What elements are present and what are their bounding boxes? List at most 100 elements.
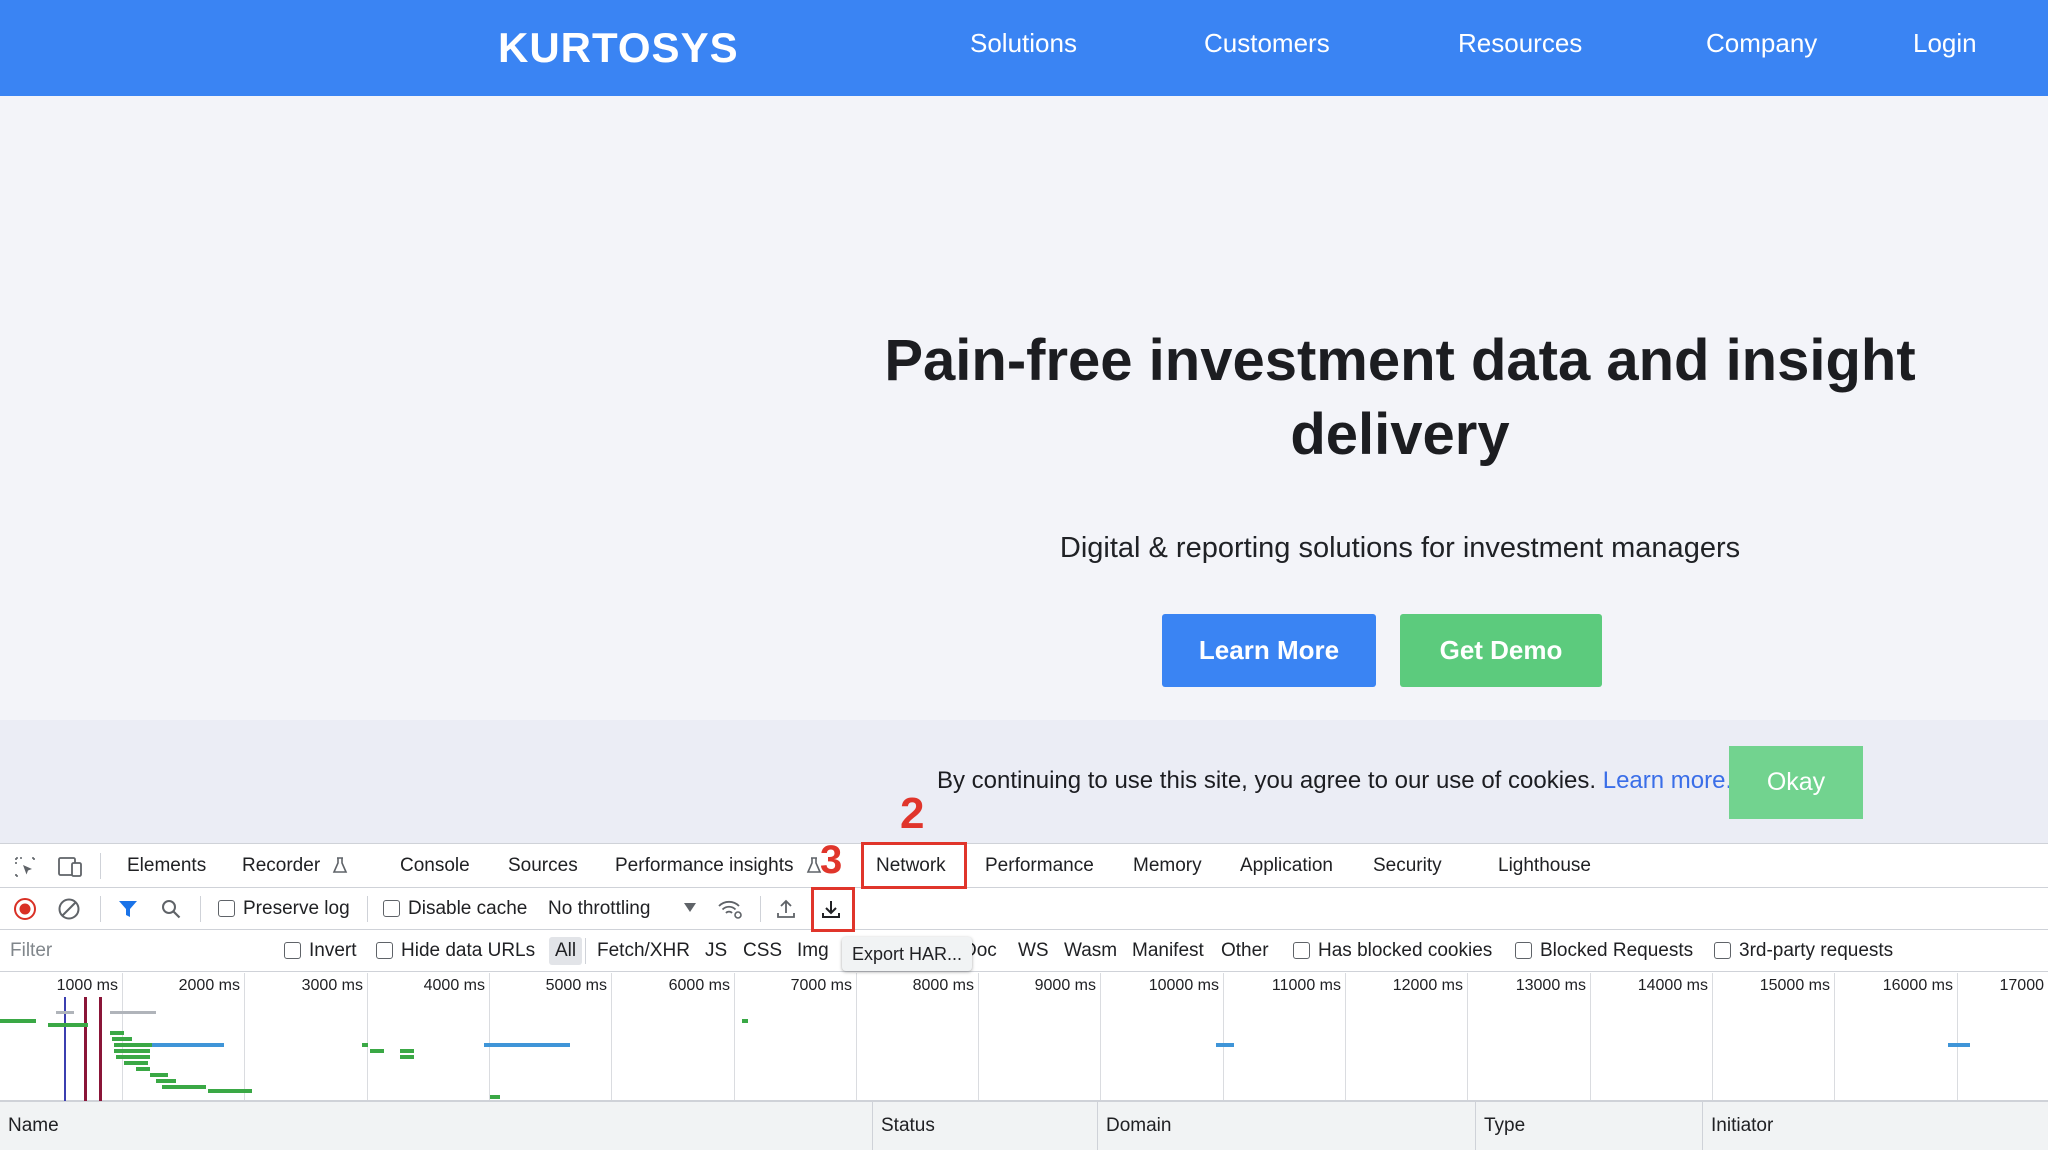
nav-link-resources[interactable]: Resources [1458,26,1582,60]
request-bar [742,1019,748,1023]
caret-down-icon [683,903,696,912]
search-icon[interactable] [158,896,184,922]
hide-data-urls-label: Hide data URLs [401,940,536,961]
checkbox-box [218,900,235,917]
filter-funnel-icon[interactable] [115,896,141,922]
column-header-domain[interactable]: Domain [1097,1102,1475,1150]
tab-sources[interactable]: Sources [508,854,578,878]
divider [100,853,101,879]
preserve-log-checkbox[interactable]: Preserve log [218,897,350,921]
blocked-requests-checkbox[interactable]: Blocked Requests [1515,939,1693,963]
filter-input[interactable]: Filter [4,935,262,967]
has-blocked-cookies-checkbox[interactable]: Has blocked cookies [1293,939,1492,963]
tab-recorder-label: Recorder [242,855,321,876]
column-header-type[interactable]: Type [1475,1102,1702,1150]
column-header-initiator[interactable]: Initiator [1702,1102,2048,1150]
tab-application[interactable]: Application [1240,854,1333,878]
step-3-label: 3 [820,838,843,882]
checkbox-box [284,942,301,959]
tab-recorder[interactable]: Recorder [242,854,349,878]
request-bar [1948,1043,1970,1047]
nav-link-customers[interactable]: Customers [1204,26,1330,60]
nav-link-login[interactable]: Login [1913,26,1977,60]
hero-title: Pain-free investment data and insight de… [884,328,1916,467]
filter-type-img[interactable]: Img [797,939,829,963]
blocked-requests-label: Blocked Requests [1540,940,1694,961]
invert-checkbox[interactable]: Invert [284,939,357,963]
divider [200,896,201,922]
network-timeline-overview[interactable]: 1000 ms 2000 ms 3000 ms 4000 ms 5000 ms 6000 … [0,973,2048,1101]
request-bar [152,1043,224,1047]
top-navigation: KURTOSYS Solutions Customers Resources C… [0,0,2048,96]
column-header-name[interactable]: Name [0,1102,872,1150]
record-stop-icon[interactable] [12,896,38,922]
tab-security[interactable]: Security [1373,854,1442,878]
request-bar [110,1031,124,1035]
export-har-highlight [811,887,855,932]
request-bar [208,1089,252,1093]
learn-more-button[interactable]: Learn More [1162,614,1376,687]
filter-type-ws[interactable]: WS [1018,939,1049,963]
filter-type-fetch-xhr[interactable]: Fetch/XHR [597,939,690,963]
column-header-status[interactable]: Status [872,1102,1097,1150]
network-filter-bar: Filter Invert Hide data URLs All Fetch/X… [0,930,2048,972]
checkbox-box [1714,942,1731,959]
third-party-requests-label: 3rd-party requests [1739,940,1894,961]
request-bar [116,1055,150,1059]
invert-label: Invert [309,940,357,961]
request-bar [362,1043,368,1047]
checkbox-box [383,900,400,917]
filter-type-wasm[interactable]: Wasm [1064,939,1117,963]
request-bar [484,1043,570,1047]
request-bar [114,1049,150,1053]
request-bar [400,1055,414,1059]
import-har-icon[interactable] [773,896,799,922]
tab-performance-insights-label: Performance insights [615,855,794,876]
tab-lighthouse[interactable]: Lighthouse [1498,854,1591,878]
devtools-panel: Elements Recorder Console Sources Perfor… [0,843,2048,1150]
timeline-request-bars [0,973,2048,1101]
request-bar [1216,1043,1234,1047]
inspect-element-icon[interactable] [12,854,38,880]
nav-link-company[interactable]: Company [1706,26,1817,60]
filter-type-other[interactable]: Other [1221,939,1269,963]
cookie-notice: By continuing to use this site, you agre… [937,764,1732,798]
filter-type-js[interactable]: JS [705,939,727,963]
throttling-select[interactable]: No throttling [548,897,696,921]
tab-console[interactable]: Console [400,854,470,878]
hero-subtitle: Digital & reporting solutions for invest… [1059,532,1741,564]
devtools-tab-bar: Elements Recorder Console Sources Perfor… [0,844,2048,888]
flask-icon [333,857,348,873]
request-bar [400,1049,414,1053]
filter-type-manifest[interactable]: Manifest [1132,939,1204,963]
filter-type-css[interactable]: CSS [743,939,782,963]
checkbox-box [1515,942,1532,959]
cookie-learn-more-link[interactable]: Learn more. [1603,767,1732,794]
load-marker [99,997,102,1101]
hide-data-urls-checkbox[interactable]: Hide data URLs [376,939,535,963]
kurtosys-logo[interactable]: KURTOSYS [498,26,739,70]
third-party-requests-checkbox[interactable]: 3rd-party requests [1714,939,1893,963]
request-bar [56,1011,74,1014]
disable-cache-checkbox[interactable]: Disable cache [383,897,527,921]
clear-icon[interactable] [56,896,82,922]
request-bar [112,1037,132,1041]
network-conditions-icon[interactable] [715,896,745,922]
nav-link-solutions[interactable]: Solutions [970,26,1077,60]
tab-elements[interactable]: Elements [127,854,206,878]
filter-type-all[interactable]: All [549,937,583,965]
disable-cache-label: Disable cache [408,898,528,919]
divider [367,896,368,922]
tab-performance[interactable]: Performance [985,854,1094,878]
tab-performance-insights[interactable]: Performance insights [615,854,823,878]
request-bar [114,1043,152,1047]
network-toolbar: Preserve log Disable cache No throttling [0,888,2048,930]
tab-memory[interactable]: Memory [1133,854,1202,878]
cookie-okay-button[interactable]: Okay [1729,746,1863,819]
divider [585,938,586,964]
request-bar [162,1085,206,1089]
request-bar [124,1061,148,1065]
request-bar [110,1011,156,1014]
get-demo-button[interactable]: Get Demo [1400,614,1602,687]
device-toolbar-icon[interactable] [56,854,84,880]
